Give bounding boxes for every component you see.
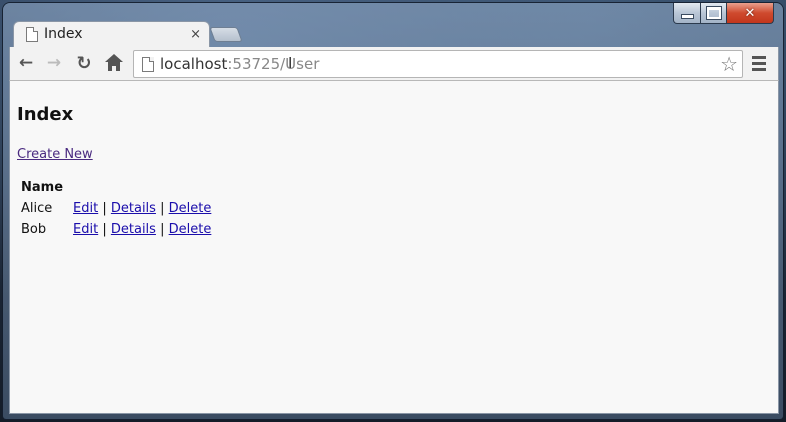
row-actions: Edit | Details | Delete [66, 220, 214, 241]
maximize-icon [706, 7, 721, 19]
table-row: Alice Edit | Details | Delete [18, 199, 214, 220]
column-header-actions [66, 178, 214, 199]
menu-icon [752, 56, 766, 59]
address-path: :53725/User [227, 55, 320, 73]
page-icon [26, 26, 38, 42]
reload-icon: ↻ [76, 52, 92, 74]
back-arrow-icon: ← [18, 53, 34, 73]
row-actions: Edit | Details | Delete [66, 199, 214, 220]
address-bar[interactable]: localhost:53725/User I ☆ [133, 50, 743, 78]
users-table: Name Alice Edit | Details | Delete Bob E… [18, 178, 214, 241]
separator: | [160, 201, 165, 216]
reload-button[interactable]: ↻ [74, 52, 94, 74]
minimize-icon [681, 15, 693, 18]
tab-close-icon[interactable]: × [190, 27, 201, 42]
home-icon [105, 53, 123, 71]
address-text: localhost:53725/User [160, 55, 319, 73]
tab-title: Index [44, 26, 83, 42]
edit-link[interactable]: Edit [73, 222, 98, 237]
table-header-row: Name [18, 178, 214, 199]
home-button[interactable] [104, 53, 124, 73]
separator: | [102, 201, 107, 216]
separator: | [102, 222, 107, 237]
table-row: Bob Edit | Details | Delete [18, 220, 214, 241]
back-button[interactable]: ← [16, 53, 36, 73]
create-new-link[interactable]: Create New [17, 147, 93, 162]
column-header-name: Name [21, 180, 64, 195]
page-title: Index [17, 104, 74, 125]
page-icon [142, 57, 154, 72]
forward-arrow-icon: → [46, 53, 62, 73]
user-name: Alice [21, 201, 53, 216]
text-cursor-icon: I [288, 54, 293, 72]
new-tab-button[interactable] [209, 27, 243, 42]
forward-button[interactable]: → [44, 53, 64, 73]
bookmark-star-icon[interactable]: ☆ [720, 52, 738, 76]
delete-link[interactable]: Delete [169, 201, 212, 216]
user-name: Bob [21, 222, 47, 237]
page-viewport: Index Create New Name Alice Edit | Detai… [9, 81, 779, 414]
browser-menu-button[interactable] [752, 56, 766, 74]
close-icon: ✕ [744, 5, 756, 21]
details-link[interactable]: Details [111, 201, 156, 216]
separator: | [160, 222, 165, 237]
delete-link[interactable]: Delete [169, 222, 212, 237]
tab-strip: Index × [11, 21, 711, 48]
edit-link[interactable]: Edit [73, 201, 98, 216]
details-link[interactable]: Details [111, 222, 156, 237]
address-host: localhost [160, 55, 228, 73]
browser-toolbar: ← → ↻ localhost:53725/User I ☆ [9, 47, 779, 81]
close-window-button[interactable]: ✕ [727, 3, 774, 24]
tab-index[interactable]: Index × [13, 21, 210, 48]
